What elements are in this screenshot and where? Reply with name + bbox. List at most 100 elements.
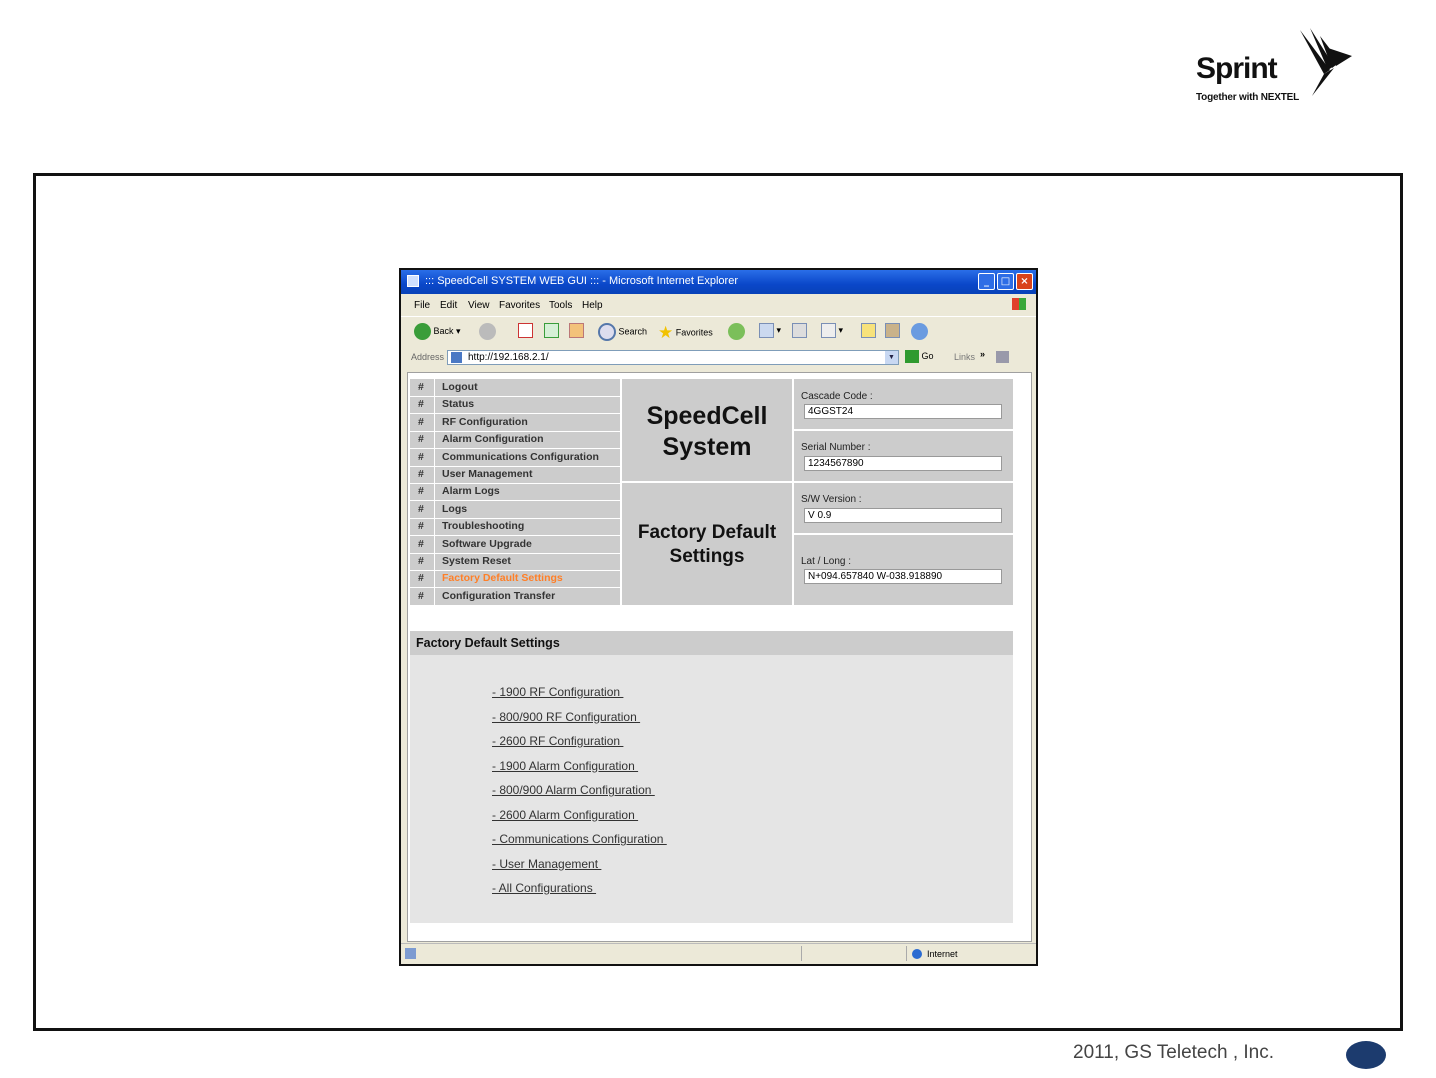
factory-reset-link[interactable]: - 2600 RF Configuration — [492, 734, 623, 748]
internet-globe-icon — [912, 949, 922, 959]
menu-favorites[interactable]: Favorites — [499, 300, 540, 311]
links-label[interactable]: Links — [954, 352, 975, 362]
nav-bullet: # — [418, 468, 424, 480]
nav-item[interactable]: # Status — [410, 396, 620, 415]
serial-number-label: Serial Number : — [801, 442, 871, 453]
messenger-icon — [911, 323, 928, 340]
menu-tools[interactable]: Tools — [549, 300, 572, 311]
lat-long-field: N+094.657840 W-038.918890 — [804, 569, 1002, 584]
back-button[interactable]: Back ▾ — [414, 323, 461, 341]
go-button[interactable]: Go — [905, 350, 934, 363]
nav-item-label[interactable]: Alarm Configuration — [442, 433, 544, 445]
search-icon — [598, 323, 616, 341]
ie-page-icon — [407, 275, 419, 287]
nav-bullet: # — [418, 502, 424, 515]
sw-version-field: V 0.9 — [804, 508, 1002, 523]
system-name-line1: SpeedCell — [646, 402, 768, 430]
section-header: Factory Default Settings — [410, 631, 1013, 655]
research-button[interactable] — [885, 323, 900, 341]
edit-icon — [821, 323, 836, 338]
factory-reset-link[interactable]: - 1900 RF Configuration — [492, 685, 623, 699]
nav-item-label[interactable]: Communications Configuration — [442, 451, 599, 463]
nav-separator — [434, 466, 435, 483]
serial-number-field: 1234567890 — [804, 456, 1002, 471]
history-button[interactable] — [728, 323, 745, 341]
nav-bullet: # — [418, 537, 424, 550]
address-value: http://192.168.2.1/ — [468, 352, 549, 363]
nav-item-label[interactable]: Troubleshooting — [442, 520, 524, 532]
nav-item[interactable]: # Troubleshooting — [410, 518, 620, 537]
nav-item-label[interactable]: Logout — [442, 381, 478, 393]
title-bar[interactable]: ::: SpeedCell SYSTEM WEB GUI ::: - Micro… — [401, 270, 1036, 294]
print-button[interactable] — [792, 323, 807, 341]
nav-item-label[interactable]: Alarm Logs — [442, 485, 500, 497]
nav-item[interactable]: # Factory Default Settings — [410, 570, 620, 589]
nav-item[interactable]: # Logs — [410, 500, 620, 519]
ie-toolbar-icon[interactable] — [996, 351, 1009, 363]
discuss-button[interactable] — [861, 323, 876, 341]
menu-help[interactable]: Help — [582, 300, 603, 311]
search-button[interactable]: Search — [598, 323, 647, 341]
nav-item-label[interactable]: Logs — [442, 503, 467, 515]
mail-button[interactable]: ▾ — [759, 323, 781, 341]
nav-item[interactable]: # Configuration Transfer — [410, 587, 620, 606]
status-page-icon — [405, 948, 416, 959]
nav-item[interactable]: # Alarm Logs — [410, 483, 620, 502]
address-input[interactable]: http://192.168.2.1/ ▼ — [447, 350, 899, 365]
factory-reset-link[interactable]: - 800/900 Alarm Configuration — [492, 783, 655, 797]
nav-item-label[interactable]: RF Configuration — [442, 416, 528, 428]
close-button[interactable]: × — [1016, 273, 1033, 290]
nav-separator — [434, 413, 435, 431]
nav-item[interactable]: # Communications Configuration — [410, 448, 620, 467]
factory-reset-link[interactable]: - 2600 Alarm Configuration — [492, 808, 638, 822]
menu-edit[interactable]: Edit — [440, 300, 457, 311]
menu-bar: File Edit View Favorites Tools Help — [401, 294, 1036, 312]
factory-reset-link[interactable]: - All Configurations — [492, 881, 596, 895]
nav-item[interactable]: # Software Upgrade — [410, 535, 620, 554]
menu-view[interactable]: View — [468, 300, 490, 311]
nav-separator — [434, 448, 435, 466]
status-divider — [801, 946, 802, 961]
nav-item[interactable]: # User Management — [410, 466, 620, 484]
system-name-panel: SpeedCell System — [622, 379, 792, 481]
links-chevron-icon[interactable]: » — [980, 349, 985, 359]
forward-button[interactable] — [479, 323, 496, 341]
windows-flag-icon — [1012, 298, 1026, 310]
copyright-text: 2011, GS Teletech , Inc. — [1073, 1042, 1275, 1063]
factory-reset-link[interactable]: - 800/900 RF Configuration — [492, 710, 640, 724]
nav-separator — [434, 483, 435, 501]
messenger-button[interactable] — [911, 323, 928, 341]
nav-item[interactable]: # Logout — [410, 379, 620, 397]
nav-separator — [434, 396, 435, 414]
section-title: Factory Default Settings — [416, 636, 560, 650]
factory-reset-link[interactable]: - User Management — [492, 857, 601, 871]
stop-button[interactable] — [518, 323, 533, 341]
nav-item-label[interactable]: Configuration Transfer — [442, 590, 555, 602]
maximize-button[interactable]: □ — [997, 273, 1014, 290]
factory-reset-link[interactable]: - 1900 Alarm Configuration — [492, 759, 638, 773]
page-title-line2: Settings — [669, 546, 745, 567]
nav-separator — [434, 379, 435, 396]
refresh-button[interactable] — [544, 323, 559, 341]
nav-item-label[interactable]: Status — [442, 398, 474, 410]
nav-item-label[interactable]: System Reset — [442, 555, 511, 567]
nav-item[interactable]: # System Reset — [410, 553, 620, 571]
back-label: Back — [433, 325, 454, 336]
menu-file[interactable]: File — [414, 300, 430, 311]
edit-button[interactable]: ▾ — [821, 323, 843, 341]
forward-arrow-icon — [479, 323, 496, 340]
status-bar: Internet — [401, 943, 1036, 964]
browser-window: ::: SpeedCell SYSTEM WEB GUI ::: - Micro… — [399, 268, 1038, 966]
nav-item-label[interactable]: Software Upgrade — [442, 538, 532, 550]
address-dropdown-icon[interactable]: ▼ — [885, 351, 898, 364]
nav-item[interactable]: # Alarm Configuration — [410, 431, 620, 450]
nav-item-label[interactable]: Factory Default Settings — [442, 572, 563, 584]
factory-reset-link[interactable]: - Communications Configuration — [492, 832, 667, 846]
minimize-button[interactable]: _ — [978, 273, 995, 290]
go-arrow-icon — [905, 350, 919, 363]
address-bar: Address http://192.168.2.1/ ▼ Go Links » — [401, 348, 1036, 368]
nav-item[interactable]: # RF Configuration — [410, 413, 620, 432]
nav-item-label[interactable]: User Management — [442, 468, 532, 480]
home-button[interactable] — [569, 323, 584, 341]
favorites-button[interactable]: ★ Favorites — [658, 323, 713, 342]
